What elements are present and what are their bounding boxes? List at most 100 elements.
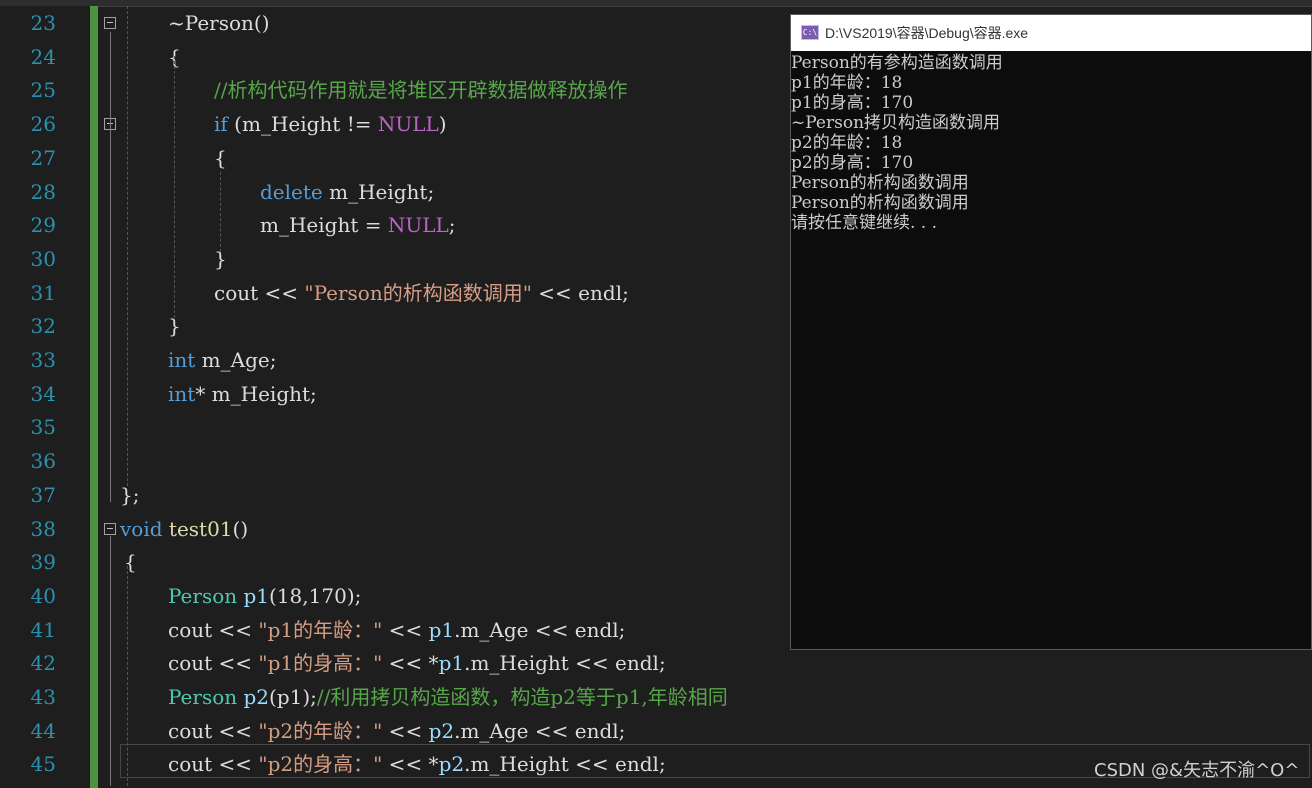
token: if [214,112,228,137]
token: p2 [243,685,270,709]
token: cout << [214,280,305,305]
line-number: 40 [30,583,56,608]
line-number: 42 [30,651,56,676]
token: test01 [168,516,233,541]
indent-guide [220,172,221,252]
line-number: 45 [30,752,56,777]
token: ; [448,213,456,238]
token: ) [438,112,447,137]
token: "Person的析构函数调用" [304,280,532,305]
fold-collapse-icon[interactable] [104,17,116,29]
watermark: CSDN @&矢志不渝^O^ [1094,760,1300,781]
token: p1 [438,651,465,676]
token: m_Age; [195,348,277,372]
token: "p1的年龄：" [258,617,383,642]
token: }; [120,482,140,507]
token: cout << [168,752,259,777]
token: cout << [168,617,259,642]
token: { [124,550,137,575]
line-number: 39 [30,550,56,575]
line-number: 41 [30,617,56,642]
token: (18,170); [269,583,362,608]
code-line[interactable]: 42 cout << "p1的身高：" << *p1.m_Height << en… [0,646,1312,680]
code-line[interactable]: 43 Person p2(p1);//利用拷贝构造函数，构造p2等于p1,年龄相同 [0,680,1312,714]
token: (m_Height != [227,112,378,137]
code-text: { [124,545,137,579]
token: << * [382,651,439,676]
token: << [382,617,429,642]
line-number: 36 [30,449,56,474]
console-output: Person的有参构造函数调用 p1的年龄：18 p1的身高：170 ~Person拷… [791,53,1311,233]
line-number: 25 [30,78,56,103]
token: int [168,348,196,372]
token: "p2的年龄：" [258,718,383,743]
line-number: 37 [30,482,56,507]
console-title-bar[interactable]: C:\ D:\VS2019\容器\Debug\容器.exe [791,15,1311,51]
token: .m_Height << endl; [464,651,666,676]
token: p1 [428,617,455,642]
token: //析构代码作用就是将堆区开辟数据做释放操作 [214,78,628,103]
console-output-line: p1的身高：170 [791,93,914,113]
token: p1 [243,583,270,608]
token: "p1的身高：" [258,651,383,676]
line-number: 24 [30,44,56,69]
token: int [168,381,196,406]
indent-guide [127,566,128,786]
token: //利用拷贝构造函数，构造p2等于p1,年龄相同 [316,685,728,709]
token: delete [260,179,323,204]
console-output-line: Person的析构函数调用 [791,193,969,213]
token: cout << [168,651,259,676]
token: { [214,145,227,170]
code-text: cout << "p1的身高：" << *p1.m_Height << endl… [168,646,666,680]
token: p2 [428,718,455,743]
code-text: cout << "p2的年龄：" << p2.m_Age << endl; [168,714,625,748]
fold-collapse-icon[interactable] [104,522,116,535]
indent-guide [127,6,128,486]
code-text: int m_Age; [168,343,276,377]
token: (p1); [269,685,317,709]
token: "p2的身高：" [258,752,383,777]
line-number: 43 [30,685,56,709]
line-number: 23 [30,11,56,35]
code-text: int* m_Height; [168,377,317,411]
token: cout << [168,718,259,743]
token: Person [168,685,238,709]
line-number: 27 [30,145,56,170]
token: << endl; [531,280,629,305]
token: ~Person() [168,11,270,35]
fold-outline-line [110,32,111,502]
code-text: }; [120,478,139,512]
token: << [382,718,429,743]
code-text: void test01() [120,512,248,546]
console-output-line: p2的身高：170 [791,153,914,173]
console-title: D:\VS2019\容器\Debug\容器.exe [825,25,1029,41]
code-text: cout << "p2的身高：" << *p2.m_Height << endl… [168,747,666,781]
code-text: cout << "p1的年龄：" << p1.m_Age << endl; [168,613,625,647]
code-text: { [214,141,227,175]
code-text: cout << "Person的析构函数调用" << endl; [214,276,629,310]
line-number: 29 [30,213,56,238]
line-number: 38 [30,516,56,541]
token: Person [168,583,238,608]
console-output-line: ~Person拷贝构造函数调用 [791,113,1001,133]
console-output-line: p2的年龄：18 [791,133,903,153]
token: () [232,516,249,541]
console-output-line: Person的有参构造函数调用 [791,53,1003,73]
indent-guide [174,56,175,318]
console-window[interactable]: C:\ D:\VS2019\容器\Debug\容器.exe Person的有参构… [790,14,1312,650]
code-line[interactable]: 44 cout << "p2的年龄：" << p2.m_Age << endl; [0,714,1312,748]
token: m_Height; [322,179,435,204]
line-number: 28 [30,179,56,204]
code-text: delete m_Height; [260,175,434,209]
line-number: 26 [30,112,56,137]
token: .m_Height << endl; [464,752,666,777]
line-number: 35 [30,415,56,440]
line-number: 33 [30,348,56,372]
console-app-icon: C:\ [801,25,819,40]
token: << * [382,752,439,777]
console-output-line: 请按任意键继续. . . [791,213,938,233]
code-text: m_Height = NULL; [260,208,456,242]
console-output-line: Person的析构函数调用 [791,173,969,193]
line-number: 32 [30,314,56,339]
token: NULL [377,112,439,137]
